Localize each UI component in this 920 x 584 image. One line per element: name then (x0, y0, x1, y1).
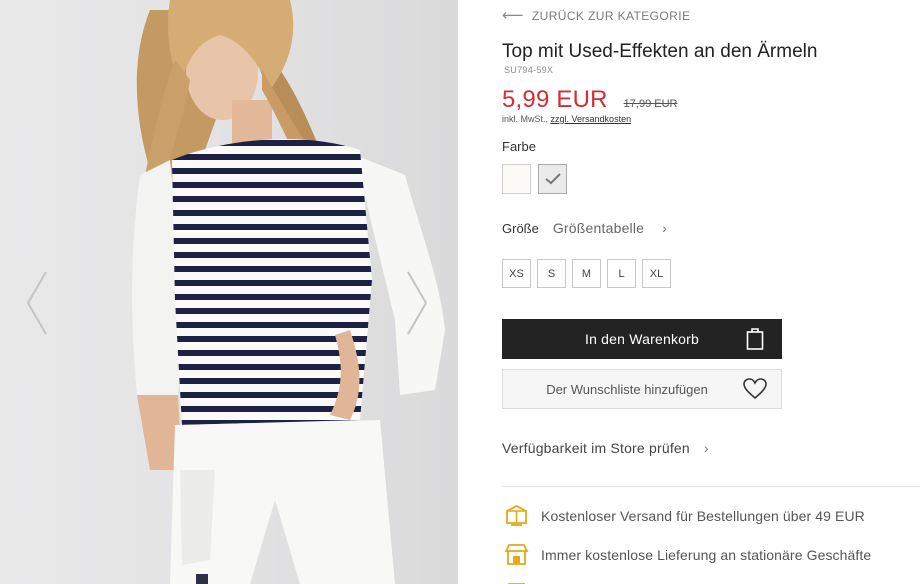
divider (502, 486, 920, 487)
size-row: Größe Größentabelle › (502, 220, 667, 236)
product-details: ⟵ Zurück zur Kategorie Top mit Used-Effe… (458, 0, 920, 584)
gallery-prev-button[interactable] (22, 268, 52, 338)
size-option-xl[interactable]: XL (642, 259, 671, 288)
add-to-cart-button[interactable]: In den Warenkorb (502, 319, 782, 359)
product-sku: SU794-59X (504, 65, 554, 75)
arrow-left-icon: ⟵ (502, 7, 524, 24)
size-option-l[interactable]: L (607, 259, 636, 288)
size-option-s[interactable]: S (537, 259, 566, 288)
return-icon (508, 583, 525, 584)
tax-prefix: inkl. MwSt., (502, 114, 549, 124)
add-to-cart-label: In den Warenkorb (585, 331, 699, 347)
size-option-m[interactable]: M (572, 259, 601, 288)
product-gallery (0, 0, 458, 584)
price-row: 5,99 EUR 17,99 EUR (502, 86, 677, 114)
chevron-right-icon: › (703, 440, 709, 456)
availability-label: Verfügbarkeit im Store prüfen (502, 440, 690, 456)
size-option-xs[interactable]: XS (502, 259, 531, 288)
store-icon (504, 544, 529, 565)
current-price: 5,99 EUR (502, 86, 608, 113)
benefit-store-delivery-text: Immer kostenlose Lieferung an stationäre… (541, 546, 872, 563)
checkmark-icon (545, 173, 561, 185)
size-chart-link[interactable]: Größentabelle › (553, 220, 667, 236)
size-options: XS S M L XL (502, 259, 671, 288)
product-photo (132, 0, 445, 584)
benefit-free-shipping: Kostenloser Versand für Bestellungen übe… (504, 503, 865, 528)
size-chart-label: Größentabelle (552, 220, 645, 236)
size-label: Größe (502, 220, 539, 236)
benefit-returns (504, 578, 541, 584)
product-title: Top mit Used-Effekten an den Ärmeln (502, 41, 818, 62)
color-swatch-offwhite[interactable] (502, 164, 531, 194)
chevron-left-icon (26, 271, 47, 335)
gallery-next-button[interactable] (402, 268, 432, 338)
shopping-bag-icon (746, 328, 764, 350)
color-swatches (502, 164, 567, 194)
back-to-category-link[interactable]: ⟵ Zurück zur Kategorie (502, 8, 690, 23)
shipping-box-icon (506, 504, 527, 526)
add-to-wishlist-label: Der Wunschliste hinzufügen (546, 381, 708, 397)
color-swatch-grey-selected[interactable] (538, 164, 567, 194)
color-label: Farbe (502, 139, 536, 154)
add-to-wishlist-button[interactable]: Der Wunschliste hinzufügen (502, 369, 782, 409)
back-to-category-label: Zurück zur Kategorie (531, 8, 691, 23)
benefit-store-delivery: Immer kostenlose Lieferung an stationäre… (504, 542, 871, 567)
heart-icon (743, 378, 767, 400)
gallery-thumbnail-indicator (196, 574, 208, 584)
chevron-right-icon (407, 271, 428, 335)
original-price: 17,99 EUR (623, 98, 678, 110)
benefit-free-shipping-text: Kostenloser Versand für Bestellungen übe… (541, 507, 865, 524)
shipping-costs-link[interactable]: zzgl. Versandkosten (551, 114, 632, 124)
chevron-right-icon: › (662, 220, 668, 236)
check-store-availability-link[interactable]: Verfügbarkeit im Store prüfen › (502, 440, 709, 456)
tax-info: inkl. MwSt., zzgl. Versandkosten (502, 114, 631, 124)
